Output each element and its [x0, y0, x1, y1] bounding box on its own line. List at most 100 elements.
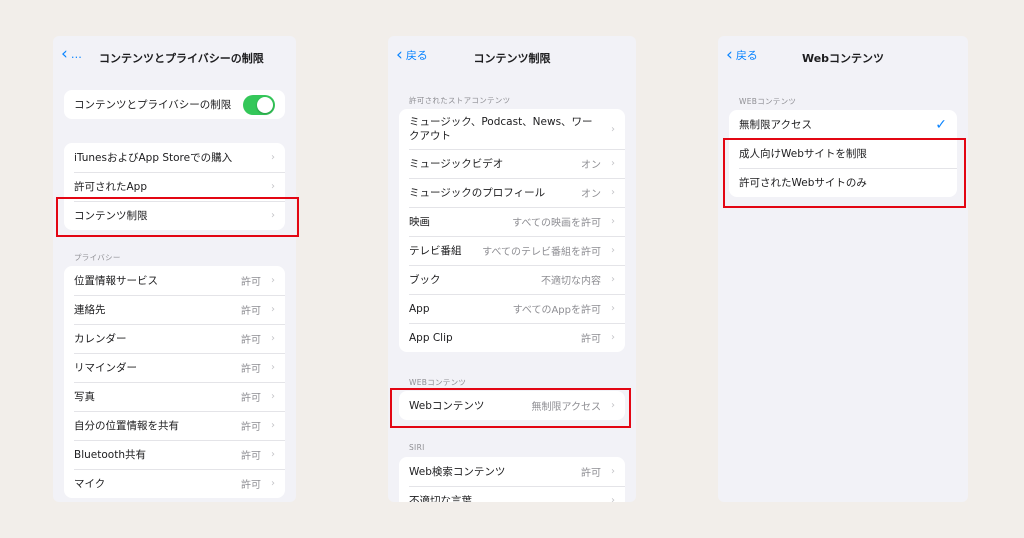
chevron-left-icon: ‹	[61, 44, 68, 64]
section-header-web: WEBコンテンツ	[409, 378, 467, 387]
list-item[interactable]: Bluetooth共有 許可 ›	[64, 440, 285, 469]
section-header-siri: SIRI	[409, 443, 425, 452]
list-item[interactable]: ミュージックのプロフィール オン ›	[399, 178, 625, 207]
chevron-right-icon: ›	[271, 449, 275, 460]
chevron-right-icon: ›	[271, 333, 275, 344]
chevron-right-icon: ›	[271, 304, 275, 315]
navbar: ‹ … コンテンツとプライバシーの制限	[53, 36, 296, 78]
list-item-itunes-purchases[interactable]: iTunesおよびApp Storeでの購入 ›	[64, 143, 285, 172]
checkmark-icon: ✓	[935, 116, 947, 133]
list-item-allowed-apps[interactable]: 許可されたApp ›	[64, 172, 285, 201]
list-item[interactable]: リマインダー 許可 ›	[64, 353, 285, 382]
list-item[interactable]: ブック 不適切な内容 ›	[399, 265, 625, 294]
chevron-right-icon: ›	[611, 216, 615, 227]
screen-content-privacy: ‹ … コンテンツとプライバシーの制限 コンテンツとプライバシーの制限 iTun…	[53, 36, 296, 502]
chevron-right-icon: ›	[611, 332, 615, 343]
list-item[interactable]: 位置情報サービス 許可 ›	[64, 266, 285, 295]
content-privacy-toggle[interactable]	[243, 94, 275, 115]
row-label: ブック	[409, 274, 441, 286]
row-label: 許可されたApp	[74, 181, 148, 193]
row-value: 許可	[241, 335, 261, 346]
navbar: ‹ 戻る コンテンツ制限	[388, 36, 636, 78]
row-value: 許可	[581, 334, 601, 345]
list-item[interactable]: App Clip 許可 ›	[399, 323, 625, 352]
chevron-right-icon: ›	[611, 274, 615, 285]
row-value: 許可	[241, 480, 261, 491]
toggle-group: コンテンツとプライバシーの制限	[64, 90, 285, 119]
list-item-web-content[interactable]: Webコンテンツ 無制限アクセス ›	[399, 391, 625, 420]
purchase-group: iTunesおよびApp Storeでの購入 › 許可されたApp › コンテン…	[64, 143, 285, 230]
row-label: 成人向けWebサイトを制限	[739, 148, 867, 160]
row-value: すべての映画を許可	[512, 218, 601, 229]
chevron-right-icon: ›	[611, 187, 615, 198]
list-item[interactable]: ミュージック、Podcast、News、ワークアウト ›	[399, 109, 625, 149]
row-label: iTunesおよびApp Storeでの購入	[74, 152, 233, 164]
row-value: すべてのテレビ番組を許可	[482, 247, 601, 258]
chevron-right-icon: ›	[271, 152, 275, 163]
row-label: リマインダー	[74, 362, 137, 374]
row-value: すべてのAppを許可	[512, 305, 601, 316]
page-title: コンテンツとプライバシーの制限	[99, 52, 264, 65]
privacy-group: 位置情報サービス 許可 › 連絡先 許可 › カレンダー 許可 › リマインダー 許可 › 写真…	[64, 266, 285, 498]
web-options-group: 無制限アクセス ✓ 成人向けWebサイトを制限 許可されたWebサイトのみ	[729, 110, 957, 197]
row-value: 許可	[241, 306, 261, 317]
row-label: 写真	[74, 391, 95, 403]
row-label: 無制限アクセス	[739, 119, 812, 131]
row-label: Web検索コンテンツ	[409, 466, 506, 478]
chevron-right-icon: ›	[611, 123, 615, 135]
row-label: 不適切な言葉	[409, 495, 472, 502]
chevron-right-icon: ›	[271, 391, 275, 402]
back-label: …	[70, 47, 82, 61]
navbar: ‹ 戻る Webコンテンツ	[718, 36, 968, 78]
chevron-right-icon: ›	[271, 362, 275, 373]
section-header-web: WEBコンテンツ	[739, 97, 797, 106]
row-label: コンテンツ制限	[74, 210, 148, 222]
row-value: 許可	[241, 422, 261, 433]
row-label: App Clip	[409, 331, 453, 344]
list-item[interactable]: テレビ番組 すべてのテレビ番組を許可 ›	[399, 236, 625, 265]
row-label: 許可されたWebサイトのみ	[739, 177, 867, 189]
row-value: 許可	[581, 468, 601, 479]
chevron-right-icon: ›	[611, 495, 615, 502]
chevron-right-icon: ›	[611, 245, 615, 256]
option-limit-adult[interactable]: 成人向けWebサイトを制限	[729, 139, 957, 168]
list-item[interactable]: Web検索コンテンツ 許可 ›	[399, 457, 625, 486]
chevron-right-icon: ›	[611, 400, 615, 411]
row-label: 連絡先	[74, 304, 106, 316]
row-label: カレンダー	[74, 333, 127, 345]
chevron-right-icon: ›	[271, 478, 275, 489]
row-label: テレビ番組	[409, 245, 462, 257]
list-item[interactable]: ミュージックビデオ オン ›	[399, 149, 625, 178]
row-label: App	[409, 302, 430, 315]
row-label: Bluetooth共有	[74, 449, 146, 461]
chevron-right-icon: ›	[611, 303, 615, 314]
screen-web-content: ‹ 戻る Webコンテンツ WEBコンテンツ 無制限アクセス ✓ 成人向けWeb…	[718, 36, 968, 502]
row-label: ミュージック、Podcast、News、ワークアウト	[409, 116, 593, 142]
row-label: Webコンテンツ	[409, 400, 485, 412]
row-label: 自分の位置情報を共有	[74, 420, 179, 432]
option-unrestricted[interactable]: 無制限アクセス ✓	[729, 110, 957, 139]
back-button[interactable]: ‹ …	[61, 44, 82, 64]
option-allowed-only[interactable]: 許可されたWebサイトのみ	[729, 168, 957, 197]
chevron-right-icon: ›	[271, 181, 275, 192]
web-group: Webコンテンツ 無制限アクセス ›	[399, 391, 625, 420]
list-item[interactable]: 自分の位置情報を共有 許可 ›	[64, 411, 285, 440]
page-title: Webコンテンツ	[801, 52, 885, 65]
chevron-right-icon: ›	[611, 466, 615, 477]
content-privacy-toggle-row[interactable]: コンテンツとプライバシーの制限	[64, 90, 285, 119]
row-label: 位置情報サービス	[74, 275, 158, 287]
list-item[interactable]: マイク 許可 ›	[64, 469, 285, 498]
list-item-content-restrictions[interactable]: コンテンツ制限 ›	[64, 201, 285, 230]
page-title: コンテンツ制限	[473, 52, 551, 65]
list-item[interactable]: カレンダー 許可 ›	[64, 324, 285, 353]
row-label: 映画	[409, 216, 430, 228]
list-item[interactable]: 映画 すべての映画を許可 ›	[399, 207, 625, 236]
chevron-right-icon: ›	[271, 275, 275, 286]
list-item[interactable]: App すべてのAppを許可 ›	[399, 294, 625, 323]
list-item[interactable]: 写真 許可 ›	[64, 382, 285, 411]
list-item[interactable]: 連絡先 許可 ›	[64, 295, 285, 324]
list-item[interactable]: 不適切な言葉 ›	[399, 486, 625, 502]
row-label: ミュージックビデオ	[409, 158, 504, 170]
row-label: マイク	[74, 478, 106, 490]
store-group: ミュージック、Podcast、News、ワークアウト › ミュージックビデオ オン ›…	[399, 109, 625, 352]
